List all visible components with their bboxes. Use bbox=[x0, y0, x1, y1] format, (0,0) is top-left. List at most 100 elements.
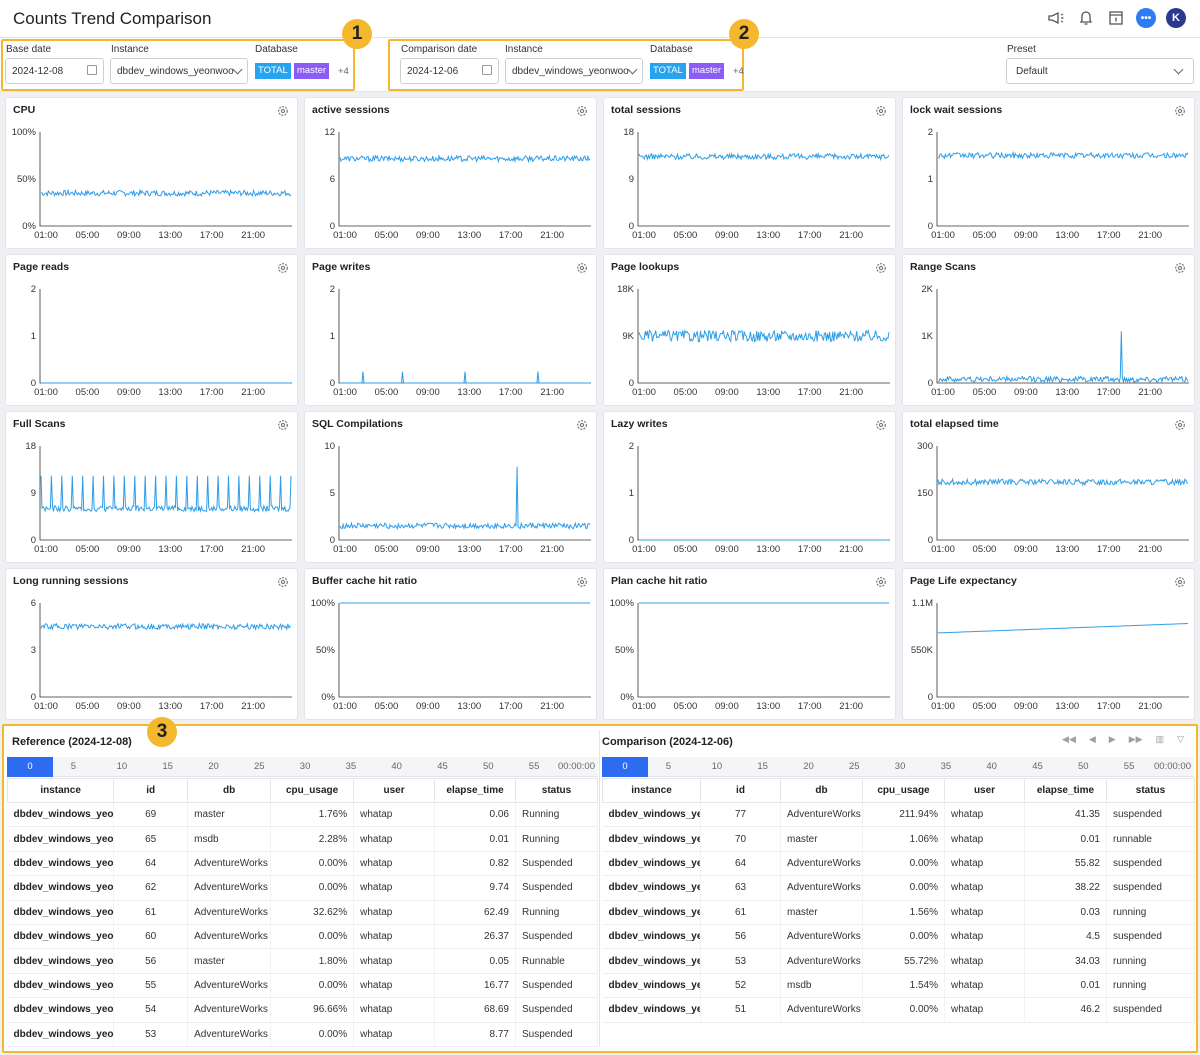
table-row[interactable]: dbdev_windows_yeonwoo69master1.76%whatap… bbox=[7, 802, 598, 828]
table-row[interactable]: dbdev_windows_yeonwoo54AdventureWorks96.… bbox=[7, 997, 598, 1023]
gear-icon[interactable] bbox=[277, 576, 289, 588]
timeline-label[interactable]: 35 bbox=[941, 761, 952, 772]
info-panel-icon[interactable] bbox=[1106, 8, 1126, 28]
gear-icon[interactable] bbox=[875, 419, 887, 431]
timeline-selected[interactable]: 0 bbox=[602, 757, 648, 777]
x-tick-label: 01:00 bbox=[931, 701, 955, 712]
next-page-icon[interactable]: ▶ bbox=[1109, 734, 1116, 745]
gear-icon[interactable] bbox=[1174, 419, 1186, 431]
table-row[interactable]: dbdev_windows_yeonwoo60AdventureWorks0.0… bbox=[7, 924, 598, 950]
bell-icon[interactable] bbox=[1076, 8, 1096, 28]
column-header-instance[interactable]: instance bbox=[602, 778, 701, 803]
timeline-label[interactable]: 5 bbox=[71, 761, 76, 772]
timeline-label[interactable]: 25 bbox=[849, 761, 860, 772]
table-row[interactable]: dbdev_windows_yeonwoo55AdventureWorks0.0… bbox=[7, 973, 598, 999]
avatar[interactable]: K bbox=[1166, 8, 1186, 28]
filter-icon[interactable]: ▽ bbox=[1177, 734, 1184, 745]
comparison-timeline[interactable]: 0 5 10 15 20 25 30 35 40 45 50 55 00:00:00 bbox=[602, 757, 1194, 777]
gear-icon[interactable] bbox=[1174, 576, 1186, 588]
table-row[interactable]: dbdev_windows_yeonwoo61master1.56%whatap… bbox=[602, 900, 1195, 925]
timeline-label[interactable]: 20 bbox=[803, 761, 814, 772]
table-row[interactable]: dbdev_windows_yeonwoo65msdb2.28%whatap0.… bbox=[7, 826, 598, 852]
timeline-label[interactable]: 00:00:00 bbox=[558, 761, 595, 772]
table-row[interactable]: dbdev_windows_yeonwoo62AdventureWorks0.0… bbox=[7, 875, 598, 901]
megaphone-icon[interactable] bbox=[1046, 8, 1066, 28]
column-header-id[interactable]: id bbox=[113, 778, 189, 803]
timeline-label[interactable]: 55 bbox=[1124, 761, 1135, 772]
timeline-label[interactable]: 45 bbox=[437, 761, 448, 772]
gear-icon[interactable] bbox=[277, 262, 289, 274]
timeline-label[interactable]: 15 bbox=[757, 761, 768, 772]
timeline-label[interactable]: 40 bbox=[986, 761, 997, 772]
timeline-label[interactable]: 30 bbox=[300, 761, 311, 772]
column-header-status[interactable]: status bbox=[1106, 778, 1195, 803]
base-date-input[interactable]: 2024-12-08 bbox=[5, 58, 104, 84]
timeline-label[interactable]: 25 bbox=[254, 761, 265, 772]
timeline-label[interactable]: 10 bbox=[117, 761, 128, 772]
base-tag-total[interactable]: TOTAL bbox=[255, 63, 291, 79]
comparison-tag-master[interactable]: master bbox=[689, 63, 725, 79]
column-header-cpu_usage[interactable]: cpu_usage bbox=[862, 778, 945, 803]
table-row[interactable]: dbdev_windows_yeonwoo56AdventureWorks0.0… bbox=[602, 924, 1195, 950]
timeline-label[interactable]: 5 bbox=[666, 761, 671, 772]
column-header-elapse_time[interactable]: elapse_time bbox=[434, 778, 516, 803]
gear-icon[interactable] bbox=[576, 419, 588, 431]
comparison-date-input[interactable]: 2024-12-06 bbox=[400, 58, 499, 84]
comparison-instance-select[interactable]: dbdev_windows_yeonwoo bbox=[505, 58, 643, 84]
column-header-user[interactable]: user bbox=[353, 778, 436, 803]
base-tag-master[interactable]: master bbox=[294, 63, 330, 79]
timeline-label[interactable]: 35 bbox=[346, 761, 357, 772]
comparison-tag-total[interactable]: TOTAL bbox=[650, 63, 686, 79]
gear-icon[interactable] bbox=[277, 105, 289, 117]
gear-icon[interactable] bbox=[1174, 105, 1186, 117]
base-instance-select[interactable]: dbdev_windows_yeonwoo bbox=[110, 58, 248, 84]
timeline-label[interactable]: 45 bbox=[1032, 761, 1043, 772]
gear-icon[interactable] bbox=[576, 576, 588, 588]
timeline-label[interactable]: 20 bbox=[208, 761, 219, 772]
table-row[interactable]: dbdev_windows_yeonwoo56master1.80%whatap… bbox=[7, 948, 598, 974]
timeline-selected[interactable]: 0 bbox=[7, 757, 53, 777]
table-row[interactable]: dbdev_windows_yeonwoo61AdventureWorks32.… bbox=[7, 900, 598, 925]
comparison-tags-more[interactable]: +4 bbox=[733, 66, 744, 77]
column-header-elapse_time[interactable]: elapse_time bbox=[1024, 778, 1107, 803]
gear-icon[interactable] bbox=[576, 105, 588, 117]
column-header-db[interactable]: db bbox=[187, 778, 272, 803]
base-tags-more[interactable]: +4 bbox=[338, 66, 349, 77]
table-row[interactable]: dbdev_windows_yeonwoo77AdventureWorks211… bbox=[602, 802, 1195, 828]
column-header-user[interactable]: user bbox=[944, 778, 1025, 803]
gear-icon[interactable] bbox=[875, 262, 887, 274]
preset-select[interactable]: Default bbox=[1006, 58, 1194, 84]
timeline-label[interactable]: 55 bbox=[529, 761, 540, 772]
column-header-cpu_usage[interactable]: cpu_usage bbox=[270, 778, 355, 803]
timeline-label[interactable]: 15 bbox=[162, 761, 173, 772]
column-header-instance[interactable]: instance bbox=[6, 778, 115, 803]
table-row[interactable]: dbdev_windows_yeonwoo51AdventureWorks0.0… bbox=[602, 997, 1195, 1023]
prev-page-icon[interactable]: ◀ bbox=[1089, 734, 1096, 745]
column-header-db[interactable]: db bbox=[780, 778, 863, 803]
timeline-label[interactable]: 40 bbox=[391, 761, 402, 772]
gear-icon[interactable] bbox=[1174, 262, 1186, 274]
timeline-label[interactable]: 30 bbox=[895, 761, 906, 772]
reference-timeline[interactable]: 0 5 10 15 20 25 30 35 40 45 50 55 00:00:00 bbox=[7, 757, 598, 777]
chat-icon[interactable]: ••• bbox=[1136, 8, 1156, 28]
gear-icon[interactable] bbox=[576, 262, 588, 274]
gear-icon[interactable] bbox=[875, 576, 887, 588]
table-row[interactable]: dbdev_windows_yeonwoo53AdventureWorks55.… bbox=[602, 948, 1195, 974]
table-row[interactable]: dbdev_windows_yeonwoo64AdventureWorks0.0… bbox=[7, 851, 598, 877]
timeline-label[interactable]: 50 bbox=[1078, 761, 1089, 772]
gear-icon[interactable] bbox=[277, 419, 289, 431]
column-header-id[interactable]: id bbox=[700, 778, 781, 803]
columns-icon[interactable]: ▥ bbox=[1156, 734, 1165, 745]
table-row[interactable]: dbdev_windows_yeonwoo64AdventureWorks0.0… bbox=[602, 851, 1195, 877]
gear-icon[interactable] bbox=[875, 105, 887, 117]
timeline-label[interactable]: 50 bbox=[483, 761, 494, 772]
table-row[interactable]: dbdev_windows_yeonwoo52msdb1.54%whatap0.… bbox=[602, 973, 1195, 999]
table-row[interactable]: dbdev_windows_yeonwoo63AdventureWorks0.0… bbox=[602, 875, 1195, 901]
table-row[interactable]: dbdev_windows_yeonwoo70master1.06%whatap… bbox=[602, 826, 1195, 852]
last-page-icon[interactable]: ▶▶ bbox=[1129, 734, 1143, 745]
first-page-icon[interactable]: ◀◀ bbox=[1062, 734, 1076, 745]
timeline-label[interactable]: 10 bbox=[712, 761, 723, 772]
table-row[interactable]: dbdev_windows_yeonwoo53AdventureWorks0.0… bbox=[7, 1022, 598, 1047]
column-header-status[interactable]: status bbox=[515, 778, 598, 803]
timeline-label[interactable]: 00:00:00 bbox=[1154, 761, 1191, 772]
